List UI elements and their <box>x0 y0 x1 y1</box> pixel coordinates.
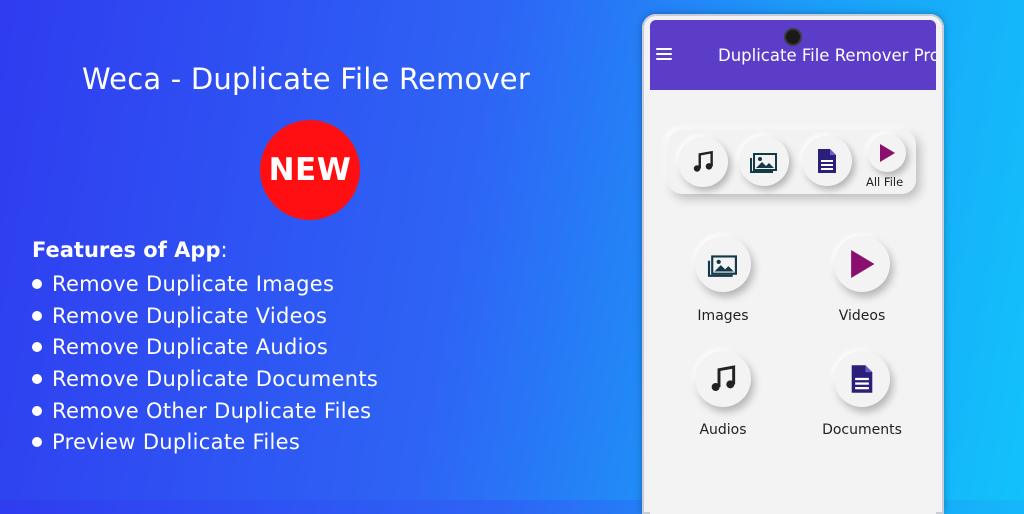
feature-item-label: Preview Duplicate Files <box>52 430 301 455</box>
feature-item-label: Remove Duplicate Images <box>52 271 335 296</box>
music-note-icon <box>693 150 713 172</box>
new-badge: NEW <box>260 120 360 220</box>
features-list: Features of App: Remove Duplicate Images… <box>32 238 378 458</box>
quick-audio-button[interactable] <box>678 137 728 187</box>
feature-item-label: Remove Duplicate Documents <box>52 366 379 391</box>
documents-label: Documents <box>822 422 902 438</box>
bullet-icon <box>32 405 42 416</box>
features-title: Features of App: <box>32 238 378 262</box>
image-gallery-icon <box>750 153 777 173</box>
new-badge-label: NEW <box>268 152 352 188</box>
quick-all-file-button[interactable] <box>868 134 906 172</box>
image-gallery-icon <box>707 255 737 277</box>
feature-item: Remove Duplicate Images <box>32 268 378 300</box>
feature-item: Remove Duplicate Documents <box>32 363 378 395</box>
bullet-icon <box>32 278 42 289</box>
documents-button[interactable] <box>834 351 890 407</box>
phone-mockup: Duplicate File Remover Pro All File Imag… <box>642 14 944 514</box>
quick-document-button[interactable] <box>802 136 852 186</box>
document-icon <box>818 149 836 173</box>
promo-banner: { "promo": { "title": "Weca - Duplicate … <box>0 0 1024 514</box>
feature-item-label: Remove Duplicate Audios <box>52 335 329 360</box>
bullet-icon <box>32 310 42 321</box>
promo-title: Weca - Duplicate File Remover <box>82 62 530 96</box>
images-label: Images <box>697 308 749 324</box>
audios-button[interactable] <box>695 351 751 407</box>
front-camera <box>786 30 800 44</box>
bullet-icon <box>32 342 42 353</box>
images-button[interactable] <box>695 236 751 292</box>
quick-filter-bar: All File <box>668 130 916 194</box>
quick-image-button[interactable] <box>739 136 789 186</box>
videos-button[interactable] <box>834 236 890 292</box>
features-title-text: Features of App <box>32 238 221 262</box>
phone-screen: Duplicate File Remover Pro All File Imag… <box>650 20 936 514</box>
document-icon <box>851 365 873 393</box>
music-note-icon <box>711 365 736 391</box>
bullet-icon <box>32 373 42 384</box>
feature-item: Remove Duplicate Audios <box>32 331 378 363</box>
audios-label: Audios <box>699 422 747 438</box>
hamburger-menu-icon[interactable] <box>656 48 672 60</box>
videos-label: Videos <box>838 308 886 324</box>
features-title-colon: : <box>220 238 228 262</box>
play-icon <box>880 144 895 162</box>
feature-item-label: Remove Duplicate Videos <box>52 303 328 328</box>
feature-item-label: Remove Other Duplicate Files <box>52 398 372 423</box>
all-file-label: All File <box>866 175 904 189</box>
feature-item: Remove Duplicate Videos <box>32 300 378 332</box>
app-title: Duplicate File Remover Pro <box>718 46 936 65</box>
play-icon <box>851 250 875 278</box>
feature-item: Remove Other Duplicate Files <box>32 395 378 427</box>
feature-item: Preview Duplicate Files <box>32 426 378 458</box>
bullet-icon <box>32 437 42 448</box>
